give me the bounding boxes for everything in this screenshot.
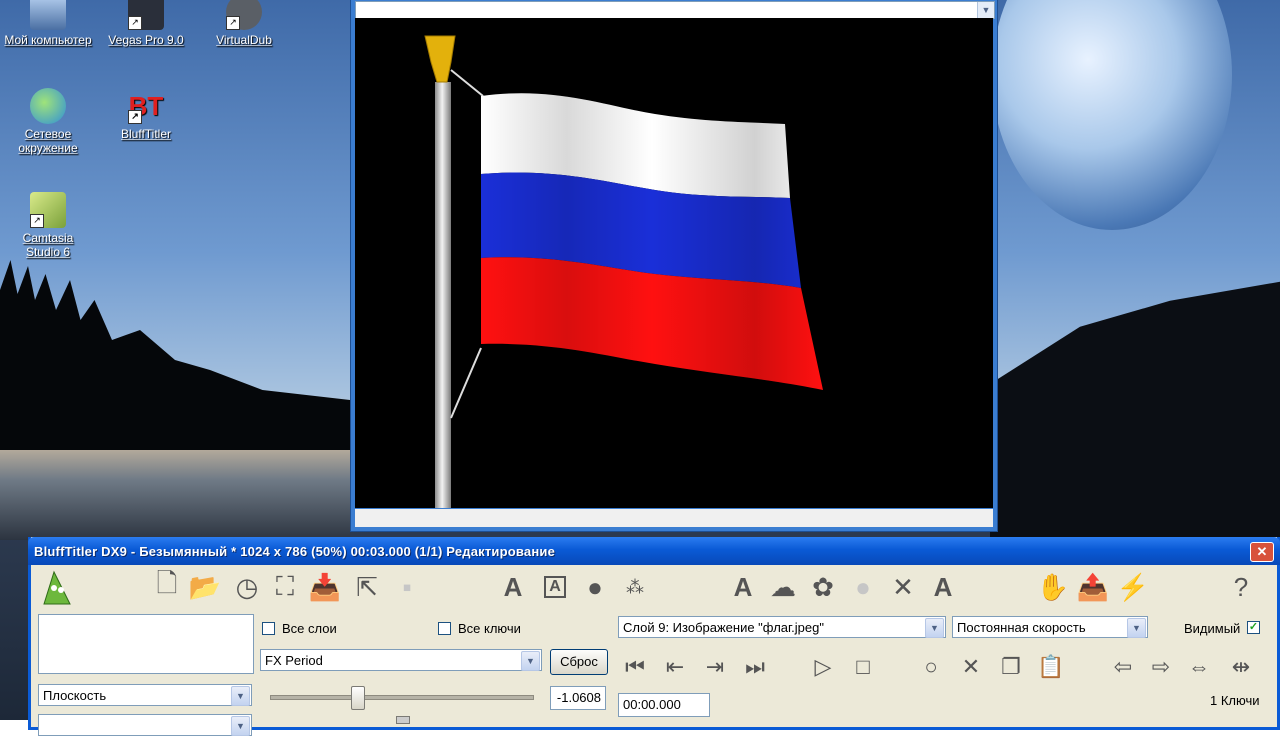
copy-key-icon[interactable]: ❐ <box>996 652 1026 682</box>
text-box-icon[interactable]: A <box>538 568 572 606</box>
clock-icon[interactable]: ◷ <box>230 568 264 606</box>
preview-bottom-bar <box>355 509 993 527</box>
blufftitler-logo-icon[interactable] <box>40 568 74 606</box>
flag-pole <box>435 82 451 508</box>
text-layer-icon[interactable]: A <box>496 568 530 606</box>
interpolation-select[interactable]: Постоянная скорость ▼ <box>952 616 1148 638</box>
next-key-icon[interactable]: ⇥ <box>700 652 730 682</box>
preview-canvas[interactable] <box>355 18 993 508</box>
flag-rope-top <box>450 69 484 97</box>
second-select[interactable]: ▼ <box>38 714 252 736</box>
shortcut-arrow-icon: ↗ <box>30 214 44 228</box>
particles-icon[interactable]: ⁂ <box>618 568 652 606</box>
vegas-icon: ↗ <box>128 0 164 30</box>
last-key-icon[interactable]: ⏭ <box>740 652 770 682</box>
flag-shading <box>481 93 823 390</box>
second-slider-thumb[interactable] <box>396 716 410 724</box>
chevron-down-icon[interactable]: ▼ <box>925 618 944 638</box>
desktop-icon-vegas-pro[interactable]: ↗ Vegas Pro 9.0 <box>98 0 194 47</box>
value-field[interactable]: -1.0608 <box>550 686 606 710</box>
desktop-icon-camtasia[interactable]: ↗ Camtasia Studio 6 <box>0 192 96 259</box>
all-keys-label: Все ключи <box>458 621 521 636</box>
chevron-down-icon[interactable]: ▼ <box>977 2 994 18</box>
value-slider-thumb[interactable] <box>351 686 365 710</box>
desktop-icon-my-computer[interactable]: Мой компьютер <box>0 0 96 47</box>
shift-left-icon[interactable]: ⇦ <box>1108 652 1138 682</box>
magic-wand-icon[interactable]: ⚡ <box>1116 568 1150 606</box>
contract-icon[interactable]: ⇹ <box>1226 652 1256 682</box>
new-file-icon[interactable]: 🗋 <box>150 568 184 606</box>
chevron-down-icon[interactable]: ▼ <box>231 686 250 706</box>
chevron-down-icon[interactable]: ▼ <box>1127 618 1146 638</box>
time-field[interactable]: 00:00.000 <box>618 693 710 717</box>
add-text-icon[interactable]: A <box>726 568 760 606</box>
desktop-icon-network[interactable]: Сетевое окружение <box>0 88 96 155</box>
disabled-icon: ▪ <box>402 571 412 602</box>
shortcut-arrow-icon: ↗ <box>128 110 142 124</box>
blufftitler-icon: BT ↗ <box>128 88 164 124</box>
delete-key-icon[interactable]: ✕ <box>956 652 986 682</box>
shape-layer-icon[interactable]: ● <box>578 568 612 606</box>
play-icon[interactable]: ▷ <box>808 652 838 682</box>
shift-right-icon[interactable]: ⇨ <box>1146 652 1176 682</box>
desktop-lake <box>0 440 350 540</box>
export-icon[interactable]: 📤 <box>1076 568 1110 606</box>
desktop-icon-blufftitler[interactable]: BT ↗ BluffTitler <box>98 88 194 141</box>
keys-count: 1 Ключи <box>1210 693 1260 708</box>
open-folder-icon[interactable]: 📂 <box>188 568 222 606</box>
camtasia-icon: ↗ <box>30 192 66 228</box>
desktop-icon-virtualdub[interactable]: ↗ VirtualDub <box>196 0 292 47</box>
preview-dropdown[interactable]: ▼ <box>355 1 995 19</box>
resize-icon[interactable]: ⛶ <box>268 568 302 606</box>
blur-icon: ● <box>855 571 871 602</box>
import-icon[interactable]: 📥 <box>308 568 342 606</box>
record-icon[interactable]: ○ <box>916 652 946 682</box>
all-layers-label: Все слои <box>282 621 337 636</box>
copy-text-icon[interactable]: A <box>926 568 960 606</box>
title-bar[interactable]: BluffTitler DX9 - Безымянный * 1024 x 78… <box>28 537 1280 565</box>
delete-layer-icon[interactable]: ✕ <box>886 568 920 606</box>
chevron-down-icon[interactable]: ▼ <box>521 651 540 671</box>
hand-icon: ✋ <box>1036 571 1070 602</box>
chevron-down-icon[interactable]: ▼ <box>231 716 250 736</box>
help-icon[interactable]: ? <box>1224 568 1258 606</box>
fx-property-select[interactable]: FX Period ▼ <box>260 649 542 671</box>
ghost-icon[interactable]: ☁ <box>766 568 800 606</box>
select-arrow-icon[interactable]: ⇱ <box>350 568 384 606</box>
flag-render <box>424 35 823 508</box>
desktop-forest <box>0 260 350 450</box>
desktop-moon <box>992 0 1232 230</box>
flag-rope-bottom <box>450 347 482 419</box>
layer-select[interactable]: Слой 9: Изображение "флаг.jpeg" ▼ <box>618 616 946 638</box>
pole-finial <box>424 35 456 83</box>
first-key-icon[interactable]: ⏮ <box>620 652 650 682</box>
value-slider-track[interactable] <box>270 695 534 700</box>
window-title: BluffTitler DX9 - Безымянный * 1024 x 78… <box>34 544 556 559</box>
expand-icon[interactable]: ⇔ <box>1184 652 1214 682</box>
visible-label: Видимый <box>1184 621 1241 636</box>
all-keys-checkbox[interactable] <box>438 622 451 635</box>
close-button[interactable]: ✕ <box>1250 542 1274 562</box>
reset-button[interactable]: Сброс <box>550 649 608 675</box>
all-layers-checkbox[interactable] <box>262 622 275 635</box>
network-globe-icon <box>30 88 66 124</box>
computer-icon <box>30 0 66 30</box>
preview-window: ▼ <box>350 0 998 532</box>
paste-key-icon[interactable]: 📋 <box>1036 652 1066 682</box>
stop-icon[interactable]: □ <box>848 652 878 682</box>
cloud-icon[interactable]: ✿ <box>806 568 840 606</box>
gear-icon: ↗ <box>226 0 262 30</box>
desktop-hill <box>990 280 1280 540</box>
visible-checkbox[interactable]: ✓ <box>1247 621 1260 634</box>
layer-preview-box <box>38 614 254 674</box>
shortcut-arrow-icon: ↗ <box>226 16 240 30</box>
layer-type-select[interactable]: Плоскость ▼ <box>38 684 252 706</box>
previous-key-icon[interactable]: ⇤ <box>660 652 690 682</box>
shortcut-arrow-icon: ↗ <box>128 16 142 30</box>
